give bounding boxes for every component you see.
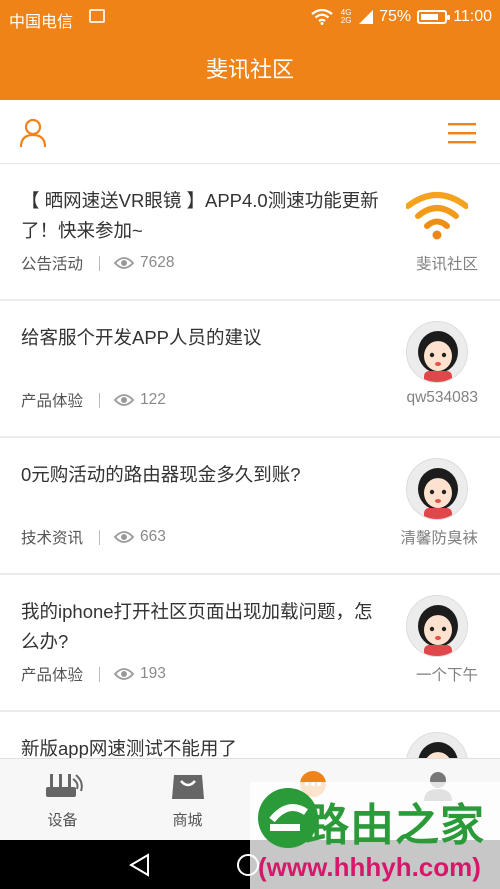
sim-card-icon [89, 9, 105, 23]
post-item[interactable]: 给客服个开发APP人员的建议 产品体验 122 qw534083 [0, 301, 500, 438]
divider [99, 255, 101, 271]
post-item[interactable]: 新版app网速测试不能用了 [0, 712, 500, 758]
tab-devices[interactable]: 设备 [0, 759, 125, 841]
signal-icon [359, 10, 374, 24]
watermark-url: (www.hhhyh.com) [258, 852, 481, 882]
tab-mall[interactable]: 商城 [125, 759, 250, 841]
post-author[interactable]: 一个下午 [416, 663, 478, 685]
page-title: 斐讯社区 [205, 57, 294, 82]
eye-icon [114, 668, 135, 680]
menu-icon[interactable] [448, 122, 476, 144]
post-title[interactable]: 给客服个开发APP人员的建议 [21, 323, 387, 353]
network-type-icon: 4G 2G [340, 8, 352, 25]
clock: 11:00 [453, 8, 492, 25]
divider [99, 392, 101, 408]
post-category[interactable]: 产品体验 [21, 663, 83, 685]
post-author[interactable]: qw534083 [406, 389, 478, 407]
post-item[interactable]: 【 晒网速送VR眼镜 】APP4.0测速功能更新了！快来参加~ 公告活动 762… [0, 164, 500, 301]
post-title[interactable]: 0元购活动的路由器现金多久到账? [21, 460, 387, 490]
post-meta: 技术资讯 663 [21, 526, 166, 548]
avatar[interactable] [406, 458, 468, 520]
divider [99, 666, 101, 682]
view-count: 663 [140, 528, 166, 545]
shopping-bag-icon [172, 775, 204, 799]
carrier-label: 中国电信 [9, 14, 74, 31]
divider [99, 529, 101, 545]
battery-percent: 75% [379, 8, 412, 25]
post-title[interactable]: 我的iphone打开社区页面出现加载问题，怎么办? [21, 597, 387, 657]
eye-icon [114, 257, 135, 269]
post-meta: 产品体验 193 [21, 663, 166, 685]
post-category[interactable]: 技术资讯 [21, 526, 83, 548]
battery-icon [417, 10, 451, 24]
post-category[interactable]: 产品体验 [21, 389, 83, 411]
girl-avatar-icon [407, 733, 467, 758]
wifi-logo-icon [406, 192, 468, 240]
back-icon[interactable] [128, 853, 152, 877]
user-icon[interactable] [19, 118, 47, 148]
post-title[interactable]: 【 晒网速送VR眼镜 】APP4.0测速功能更新了！快来参加~ [21, 186, 387, 246]
post-meta: 公告活动 7628 [21, 252, 175, 274]
avatar[interactable] [406, 595, 468, 657]
toolbar [0, 100, 500, 164]
post-author[interactable]: 清馨防臭袜 [400, 526, 478, 548]
battery-fill [421, 14, 438, 20]
post-meta: 产品体验 122 [21, 389, 166, 411]
eye-icon [114, 394, 135, 406]
post-item[interactable]: 我的iphone打开社区页面出现加载问题，怎么办? 产品体验 193 一个下午 [0, 575, 500, 712]
post-title[interactable]: 新版app网速测试不能用了 [21, 734, 387, 758]
avatar[interactable] [406, 732, 468, 758]
avatar[interactable] [406, 321, 468, 383]
girl-avatar-icon [407, 596, 467, 656]
post-list: 【 晒网速送VR眼镜 】APP4.0测速功能更新了！快来参加~ 公告活动 762… [0, 164, 500, 758]
router-icon [46, 774, 83, 797]
girl-avatar-icon [407, 459, 467, 519]
post-category[interactable]: 公告活动 [21, 252, 83, 274]
view-count: 193 [140, 665, 166, 682]
status-bar: 中国电信 4G 2G 75% 11:00 [0, 0, 500, 34]
watermark-text: 路由之家 [305, 801, 485, 850]
tab-label: 设备 [47, 812, 78, 829]
post-item[interactable]: 0元购活动的路由器现金多久到账? 技术资讯 663 清馨防臭袜 [0, 438, 500, 575]
status-icons: 4G 2G 75% 11:00 [311, 8, 492, 26]
view-count: 7628 [140, 254, 175, 271]
eye-icon [114, 531, 135, 543]
girl-avatar-icon [407, 322, 467, 382]
wifi-icon [311, 9, 333, 25]
view-count: 122 [140, 391, 166, 408]
tab-label: 商城 [172, 812, 203, 829]
post-author[interactable]: 斐讯社区 [416, 252, 478, 274]
wifi-logo-avatar[interactable] [406, 184, 468, 246]
top-bar: 中国电信 4G 2G 75% 11:00 斐讯社区 [0, 0, 500, 100]
